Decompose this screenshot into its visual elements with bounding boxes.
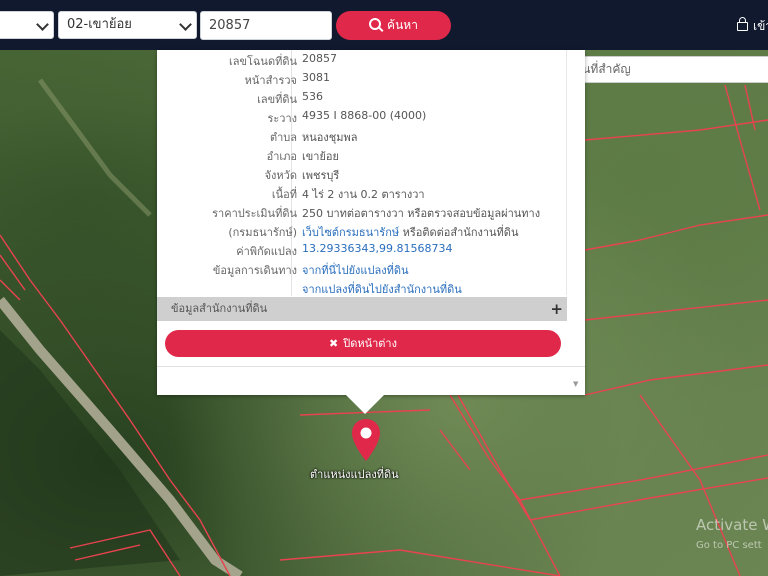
parcel-info-popup: เลขโฉนดที่ดิน 20857 หน้าสำรวจ 3081 เลขที… [157,50,585,395]
province-select[interactable] [0,11,54,39]
field-value: 536 [302,90,323,103]
field-label: ระวาง [267,112,297,125]
parcel-number-input[interactable]: 20857 [200,11,332,40]
field-travel-info-2: จากแปลงที่ดินไปยังสำนักงานที่ดิน [157,278,585,297]
field-label: เลขโฉนดที่ดิน [229,55,297,68]
field-label: อำเภอ [266,150,297,163]
field-label: จังหวัด [264,169,297,182]
activation-watermark-sub: Go to PC sett [696,540,762,551]
field-subdistrict: ตำบล หนองชุมพล [157,126,585,145]
search-button-label: ค้นหา [387,18,418,32]
treasury-website-link[interactable]: เว็บไซต์กรมธนารักษ์ [302,226,399,239]
field-treasury: (กรมธนารักษ์) เว็บไซต์กรมธนารักษ์ หรือติ… [157,221,585,240]
top-toolbar: 02-เขาย้อย 20857 ค้นหา เข้า [0,0,768,50]
close-window-button[interactable]: ✖ ปิดหน้าต่าง [165,330,561,357]
field-area: เนื้อที่ 4 ไร่ 2 งาน 0.2 ตารางวา [157,183,585,202]
field-value: เขาย้อย [302,150,339,163]
field-label: เนื้อที่ [271,188,297,201]
expand-icon[interactable]: + [550,297,563,321]
field-value-rest: หรือติดต่อสำนักงานที่ดิน [399,226,519,239]
coordinates-link[interactable]: 13.29336343,99.81568734 [302,242,452,255]
scroll-down-icon[interactable]: ▼ [573,380,578,388]
field-value: 4935 I 8868-00 (4000) [302,109,427,122]
field-label: ราคาประเมินที่ดิน [212,207,297,220]
directions-to-parcel-link[interactable]: จากที่นี่ไปยังแปลงที่ดิน [302,261,408,279]
popup-divider [157,366,585,367]
field-label: ตำบล [269,131,297,144]
field-value: เว็บไซต์กรมธนารักษ์ หรือติดต่อสำนักงานที… [302,223,518,241]
office-info-section[interactable]: ข้อมูลสำนักงานที่ดิน + [157,297,567,321]
office-info-label: ข้อมูลสำนักงานที่ดิน [171,302,268,315]
login-label: เข้า [753,19,768,33]
field-value: เพชรบุรี [302,169,340,182]
district-select[interactable]: 02-เขาย้อย [58,11,197,39]
field-deed-number: เลขโฉนดที่ดิน 20857 [157,50,585,69]
field-value: 4 ไร่ 2 งาน 0.2 ตารางวา [302,188,425,201]
close-icon: ✖ [329,337,339,350]
field-travel-info: ข้อมูลการเดินทาง จากที่นี่ไปยังแปลงที่ดิ… [157,259,585,278]
lock-icon [737,17,748,31]
field-survey-page: หน้าสำรวจ 3081 [157,69,585,88]
field-label: ค่าพิกัดแปลง [236,245,297,258]
field-value: 3081 [302,71,330,84]
field-label: หน้าสำรวจ [244,74,297,87]
directions-to-office-link[interactable]: จากแปลงที่ดินไปยังสำนักงานที่ดิน [302,280,462,298]
popup-pointer [345,394,385,414]
chevron-down-icon [36,18,49,31]
field-label: ข้อมูลการเดินทาง [212,264,297,277]
field-land-number: เลขที่ดิน 536 [157,88,585,107]
field-sheet: ระวาง 4935 I 8868-00 (4000) [157,107,585,126]
field-label: (กรมธนารักษ์) [228,226,297,239]
chevron-down-icon [179,18,192,31]
close-button-label: ปิดหน้าต่าง [343,337,397,350]
field-coordinates: ค่าพิกัดแปลง 13.29336343,99.81568734 [157,240,585,259]
search-icon [369,18,382,30]
field-value: 250 บาทต่อตารางวา หรือตรวจสอบข้อมูลผ่านท… [302,207,541,220]
field-value: หนองชุมพล [302,131,358,144]
district-select-value: 02-เขาย้อย [67,17,132,32]
field-value: 20857 [302,52,337,65]
location-pin-icon[interactable] [351,418,381,462]
field-province: จังหวัด เพชรบุรี [157,164,585,183]
search-button[interactable]: ค้นหา [336,11,451,40]
activation-watermark: Activate W [696,516,768,534]
login-link[interactable]: เข้า [737,17,768,36]
field-label: เลขที่ดิน [257,93,297,106]
marker-label: ตำแหน่งแปลงที่ดิน [310,468,399,481]
field-district: อำเภอ เขาย้อย [157,145,585,164]
field-appraisal-price: ราคาประเมินที่ดิน 250 บาทต่อตารางวา หรือ… [157,202,585,221]
